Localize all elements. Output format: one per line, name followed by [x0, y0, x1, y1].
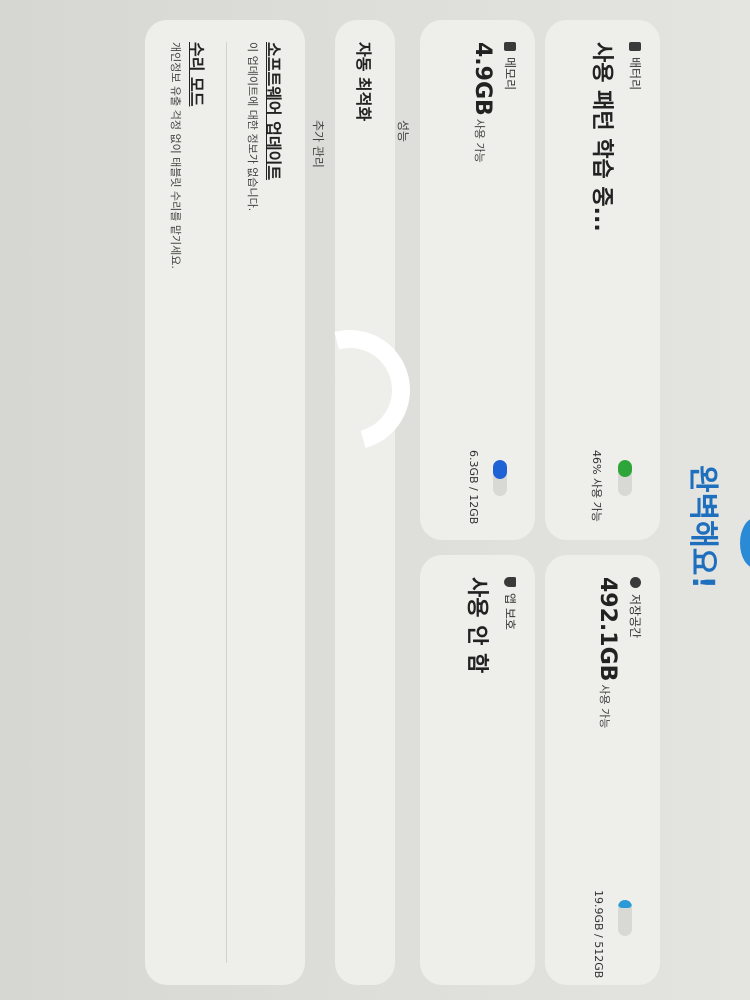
device-care-screen: 완벽해요! 배터리 사용 패턴 학습 중... 46% 사용 가능 저장공간 4…: [0, 0, 750, 1000]
memory-icon: [504, 42, 517, 51]
storage-detail: 19.9GB / 512GB: [592, 890, 605, 979]
memory-bar-fill: [493, 460, 507, 479]
software-update-title: 소프트웨어 업데이트: [264, 42, 283, 181]
divider: [226, 42, 227, 963]
battery-detail: 46% 사용 가능: [590, 450, 603, 522]
page-title: 완벽해요!: [685, 465, 720, 590]
battery-status: 사용 패턴 학습 중...: [589, 42, 614, 232]
performance-section-label: 성능: [396, 120, 410, 143]
auto-optimize-title: 자동 최적화: [354, 42, 373, 122]
storage-card[interactable]: 저장공간 492.1GB 사용 가능 19.9GB / 512GB: [545, 555, 660, 985]
software-update-item[interactable]: 소프트웨어 업데이트 이 업데이트에 대한 정보가 없습니다.: [227, 20, 305, 985]
storage-unit: 사용 가능: [598, 684, 611, 729]
app-protection-card[interactable]: 앱 보호 사용 안 함: [420, 555, 535, 985]
app-protection-label: 앱 보호: [503, 593, 517, 630]
repair-mode-item[interactable]: 수리 모드 개인정보 유출 걱정 없이 태블릿 수리를 맡기세요.: [146, 20, 226, 985]
battery-icon: [629, 42, 642, 51]
storage-label: 저장공간: [628, 594, 642, 639]
app-protection-status: 사용 안 함: [464, 577, 489, 674]
storage-value: 492.1GB: [595, 577, 620, 682]
repair-mode-subtitle: 개인정보 유출 걱정 없이 태블릿 수리를 맡기세요.: [169, 42, 182, 269]
memory-value: 4.9GB: [470, 42, 495, 116]
storage-bar: [618, 900, 632, 936]
additional-section-label: 추가 관리: [311, 120, 325, 168]
additional-card: 소프트웨어 업데이트 이 업데이트에 대한 정보가 없습니다. 수리 모드 개인…: [145, 20, 305, 985]
battery-label: 배터리: [628, 57, 642, 91]
memory-detail: 6.3GB / 12GB: [467, 450, 480, 525]
memory-bar: [493, 460, 507, 496]
shield-icon: [504, 577, 517, 587]
storage-bar-fill: [618, 900, 632, 908]
memory-label: 메모리: [503, 57, 517, 91]
battery-bar-fill: [618, 460, 632, 477]
storage-icon: [630, 577, 641, 588]
repair-mode-title: 수리 모드: [187, 42, 206, 107]
software-update-subtitle: 이 업데이트에 대한 정보가 없습니다.: [246, 42, 259, 212]
battery-card[interactable]: 배터리 사용 패턴 학습 중... 46% 사용 가능: [545, 20, 660, 540]
top-indicator: [740, 518, 750, 568]
auto-optimize-card[interactable]: 자동 최적화: [335, 20, 395, 985]
battery-bar: [618, 460, 632, 496]
memory-card[interactable]: 메모리 4.9GB 사용 가능 6.3GB / 12GB: [420, 20, 535, 540]
memory-unit: 사용 가능: [473, 118, 486, 163]
